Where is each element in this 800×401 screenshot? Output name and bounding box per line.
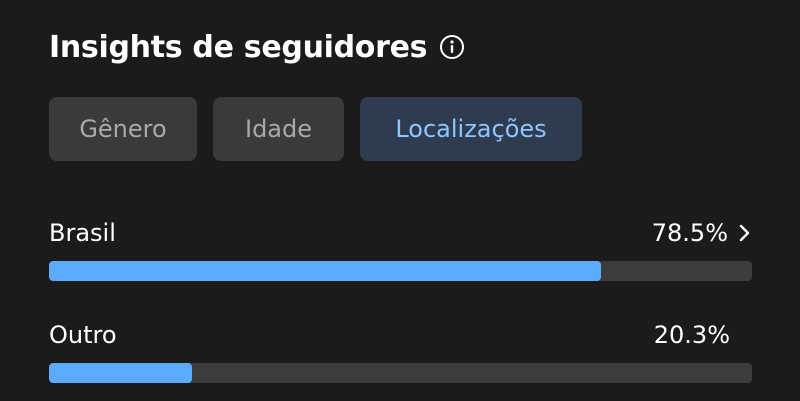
progress-track — [49, 261, 752, 281]
location-percentage: 78.5% — [651, 219, 728, 247]
page-title: Insights de seguidores — [49, 29, 428, 65]
location-row-brasil[interactable]: Brasil 78.5% — [49, 216, 752, 281]
location-label: Brasil — [49, 219, 116, 247]
info-icon[interactable] — [439, 34, 465, 60]
follower-insights-panel: Insights de seguidores Gênero Idade Loca… — [0, 0, 800, 401]
progress-track — [49, 363, 752, 383]
progress-fill — [49, 261, 601, 281]
row-header: Brasil 78.5% — [49, 216, 752, 250]
tab-bar: Gênero Idade Localizações — [49, 97, 582, 161]
row-value-wrap: 78.5% — [652, 219, 752, 247]
chevron-right-icon[interactable] — [738, 222, 752, 244]
tab-genero[interactable]: Gênero — [49, 97, 197, 161]
location-label: Outro — [49, 321, 117, 349]
location-percentage: 20.3% — [653, 321, 730, 349]
location-row-outro: Outro 20.3% — [49, 318, 752, 383]
tab-idade[interactable]: Idade — [213, 97, 344, 161]
row-header: Outro 20.3% — [49, 318, 752, 352]
progress-fill — [49, 363, 192, 383]
tab-localizacoes[interactable]: Localizações — [360, 97, 582, 161]
title-row: Insights de seguidores — [49, 24, 465, 70]
